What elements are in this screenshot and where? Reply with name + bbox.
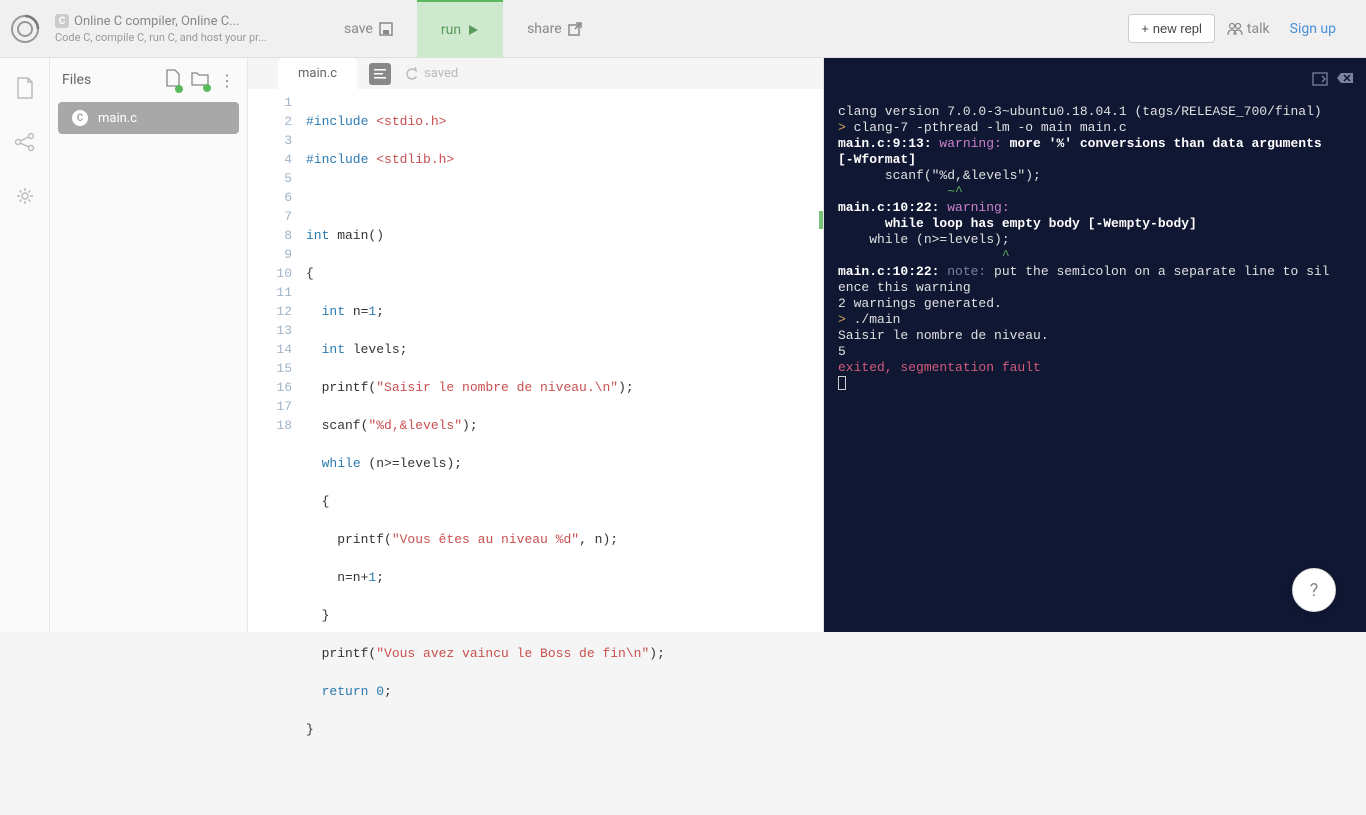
refresh-icon — [405, 67, 419, 81]
gear-icon[interactable] — [13, 184, 37, 208]
logo[interactable] — [0, 0, 50, 58]
language-badge: C — [55, 14, 69, 28]
signup-link[interactable]: Sign up — [1290, 21, 1336, 37]
file-item-main-c[interactable]: C main.c — [58, 102, 239, 134]
files-panel: Files ⋮ C main.c — [50, 58, 248, 632]
line-gutter: 123456789101112131415161718 — [248, 89, 306, 815]
file-name: main.c — [98, 111, 137, 126]
more-icon[interactable]: ⋮ — [219, 71, 235, 90]
share-button[interactable]: share — [503, 0, 606, 58]
new-folder-icon[interactable] — [191, 70, 209, 90]
share-icon — [568, 22, 582, 36]
saved-status: saved — [405, 66, 458, 81]
save-icon — [379, 22, 393, 36]
console-panel[interactable]: clang version 7.0.0-3~ubuntu0.18.04.1 (t… — [824, 58, 1366, 632]
play-icon — [467, 24, 479, 36]
people-icon — [1227, 22, 1243, 36]
tab-main-c[interactable]: main.c — [278, 58, 357, 89]
code-editor[interactable]: 123456789101112131415161718 #include <st… — [248, 89, 823, 815]
expand-icon[interactable] — [1312, 72, 1328, 91]
file-icon[interactable] — [13, 76, 37, 100]
editor-panel: main.c saved 123456789101112131415161718… — [248, 58, 824, 632]
share-nodes-icon[interactable] — [13, 130, 37, 154]
top-header: C Online C compiler, Online C... Code C, … — [0, 0, 1366, 58]
new-file-icon[interactable] — [165, 69, 181, 91]
plus-icon: + — [1141, 21, 1149, 36]
run-button[interactable]: run — [417, 0, 503, 58]
format-icon[interactable] — [369, 63, 391, 85]
change-marker — [819, 211, 823, 229]
c-file-icon: C — [72, 110, 88, 126]
left-rail — [0, 58, 50, 632]
save-button[interactable]: save — [320, 0, 417, 58]
clear-icon[interactable] — [1336, 72, 1354, 91]
help-button[interactable]: ? — [1292, 568, 1336, 612]
talk-link[interactable]: talk — [1227, 21, 1270, 37]
code-content: #include <stdio.h> #include <stdlib.h> i… — [306, 89, 823, 815]
title-area: C Online C compiler, Online C... Code C, … — [50, 14, 320, 44]
repl-title: Online C compiler, Online C... — [74, 14, 239, 29]
cursor — [838, 376, 846, 390]
new-repl-button[interactable]: +new repl — [1128, 14, 1215, 43]
repl-subtitle: Code C, compile C, run C, and host your … — [55, 31, 320, 44]
files-title: Files — [62, 72, 155, 88]
